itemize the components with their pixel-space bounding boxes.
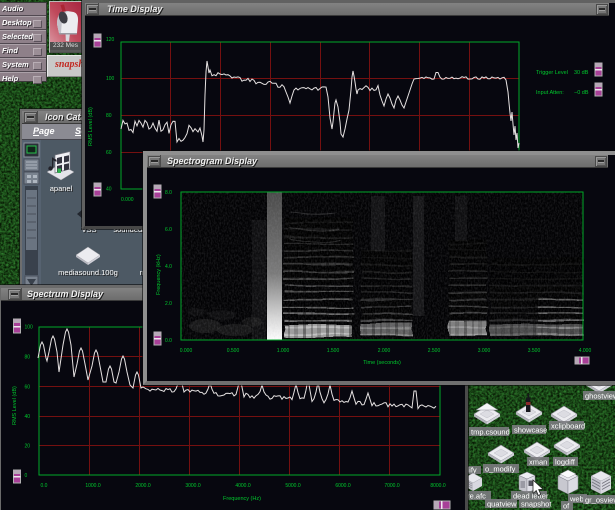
svg-text:RMS Level (dB): RMS Level (dB) <box>12 386 18 425</box>
svg-text:100: 100 <box>25 325 34 331</box>
svg-text:Frequency (kHz): Frequency (kHz) <box>156 254 162 295</box>
svg-text:Frequency (Hz): Frequency (Hz) <box>223 496 261 502</box>
svg-text:0.0: 0.0 <box>165 338 172 344</box>
svg-text:2000.0: 2000.0 <box>135 483 151 489</box>
svg-text:60: 60 <box>25 385 31 391</box>
svg-text:1.000: 1.000 <box>277 348 290 354</box>
svg-text:2.000: 2.000 <box>378 348 391 354</box>
svg-text:0.000: 0.000 <box>180 348 193 354</box>
svg-text:0.000: 0.000 <box>121 197 134 203</box>
svg-text:mediasound.100g: mediasound.100g <box>58 268 118 277</box>
svg-text:6000.0: 6000.0 <box>335 483 351 489</box>
svg-text:8.0: 8.0 <box>165 190 172 196</box>
svg-text:1.500: 1.500 <box>327 348 340 354</box>
svg-text:RMS Level (dB): RMS Level (dB) <box>88 107 94 146</box>
svg-text:100: 100 <box>106 76 115 82</box>
svg-text:gr_osview: gr_osview <box>585 496 615 505</box>
svg-text:xman: xman <box>529 458 547 467</box>
svg-text:3.500: 3.500 <box>528 348 541 354</box>
svg-text:30 dB: 30 dB <box>574 70 589 76</box>
svg-text:80: 80 <box>106 113 112 119</box>
svg-text:ghostview: ghostview <box>585 392 615 401</box>
svg-text:0.500: 0.500 <box>227 348 240 354</box>
svg-text:snapshot: snapshot <box>521 500 552 509</box>
svg-text:1000.0: 1000.0 <box>85 483 101 489</box>
svg-text:60: 60 <box>106 150 112 156</box>
svg-text:−0 dB: −0 dB <box>574 90 589 96</box>
svg-text:120: 120 <box>106 37 115 43</box>
svg-text:40: 40 <box>106 187 112 193</box>
svg-text:5000.0: 5000.0 <box>285 483 301 489</box>
svg-text:3000.0: 3000.0 <box>185 483 201 489</box>
svg-text:Trigger Level: Trigger Level <box>536 70 568 76</box>
svg-text:Time (seconds): Time (seconds) <box>363 360 401 366</box>
svg-text:of: of <box>563 502 570 510</box>
svg-text:8000.0: 8000.0 <box>430 483 446 489</box>
svg-text:4.0: 4.0 <box>165 264 172 270</box>
svg-text:6.0: 6.0 <box>165 227 172 233</box>
svg-text:0.0: 0.0 <box>41 483 48 489</box>
svg-text:tmp.csound: tmp.csound <box>471 428 510 437</box>
svg-text:4000.0: 4000.0 <box>235 483 251 489</box>
svg-text:logdiff: logdiff <box>555 458 576 467</box>
svg-text:quatview: quatview <box>487 500 517 509</box>
svg-text:o_modify: o_modify <box>485 465 516 474</box>
svg-text:apanel: apanel <box>50 184 73 193</box>
svg-text:4.000: 4.000 <box>579 348 592 354</box>
svg-text:0: 0 <box>25 473 28 479</box>
svg-text:Input Atten:: Input Atten: <box>536 90 564 96</box>
svg-text:20: 20 <box>25 444 31 450</box>
svg-text:3.000: 3.000 <box>478 348 491 354</box>
svg-text:80: 80 <box>25 355 31 361</box>
svg-text:2.500: 2.500 <box>428 348 441 354</box>
svg-text:showcase: showcase <box>514 426 547 435</box>
svg-text:xclipboard: xclipboard <box>551 422 585 431</box>
svg-text:7000.0: 7000.0 <box>384 483 400 489</box>
svg-text:40: 40 <box>25 414 31 420</box>
svg-text:2.0: 2.0 <box>165 301 172 307</box>
